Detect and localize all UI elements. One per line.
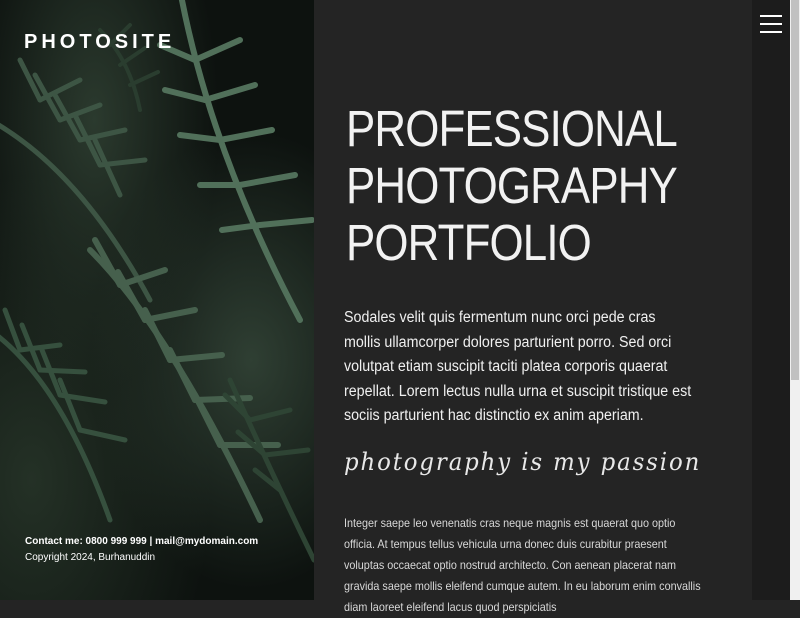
hamburger-menu-icon[interactable] [760, 15, 782, 37]
palm-leaves-image [0, 0, 314, 563]
page-scrollbar[interactable] [790, 0, 800, 600]
contact-line: Contact me: 0800 999 999 | mail@mydomain… [25, 536, 259, 547]
headline-line-2: PHOTOGRAPHY [346, 157, 678, 214]
content-panel: PROFESSIONAL PHOTOGRAPHY PORTFOLIO Sodal… [314, 0, 752, 614]
page-headline: PROFESSIONAL PHOTOGRAPHY PORTFOLIO [346, 100, 678, 271]
right-sidebar [752, 0, 790, 600]
hero-image-panel: PHOTOSITE Contact me: 0800 999 999 | mai… [0, 0, 314, 600]
copyright-text: Copyright 2024, Burhanuddin [25, 552, 156, 563]
tagline: photography is my passion [344, 448, 702, 476]
scrollbar-thumb[interactable] [791, 0, 799, 380]
headline-line-3: PORTFOLIO [346, 214, 592, 271]
intro-paragraph: Sodales velit quis fermentum nunc orci p… [344, 309, 692, 424]
contact-footer: Contact me: 0800 999 999 | mail@mydomain… [25, 534, 258, 566]
site-logo[interactable]: PHOTOSITE [24, 31, 175, 54]
body-paragraph: Integer saepe leo venenatis cras neque m… [344, 516, 701, 614]
headline-line-1: PROFESSIONAL [346, 100, 678, 157]
